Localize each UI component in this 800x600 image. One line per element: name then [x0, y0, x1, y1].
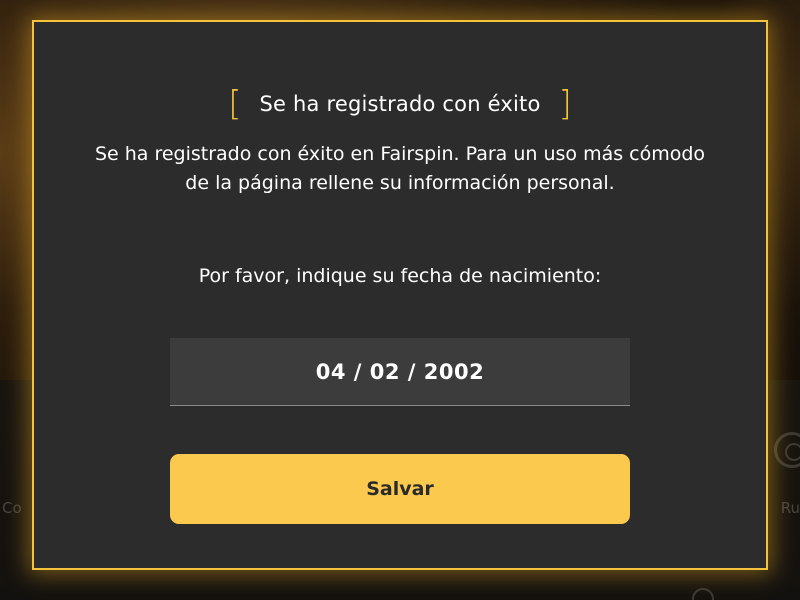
modal-description: Se ha registrado con éxito en Fairspin. …	[94, 143, 706, 194]
birthdate-value: 04 / 02 / 2002	[315, 359, 485, 384]
registration-success-modal: [ Se ha registrado con éxito ] Se ha reg…	[32, 20, 768, 570]
title-bracket-left: [	[228, 84, 242, 124]
save-button[interactable]: Salvar	[170, 454, 630, 524]
modal-title-row: [ Se ha registrado con éxito ]	[34, 82, 766, 126]
birthdate-input[interactable]: 04 / 02 / 2002	[170, 338, 630, 406]
birthdate-prompt: Por favor, indique su fecha de nacimient…	[198, 265, 602, 287]
save-button-label: Salvar	[366, 478, 434, 500]
modal-title: Se ha registrado con éxito	[259, 92, 541, 116]
title-bracket-right: ]	[558, 84, 572, 124]
